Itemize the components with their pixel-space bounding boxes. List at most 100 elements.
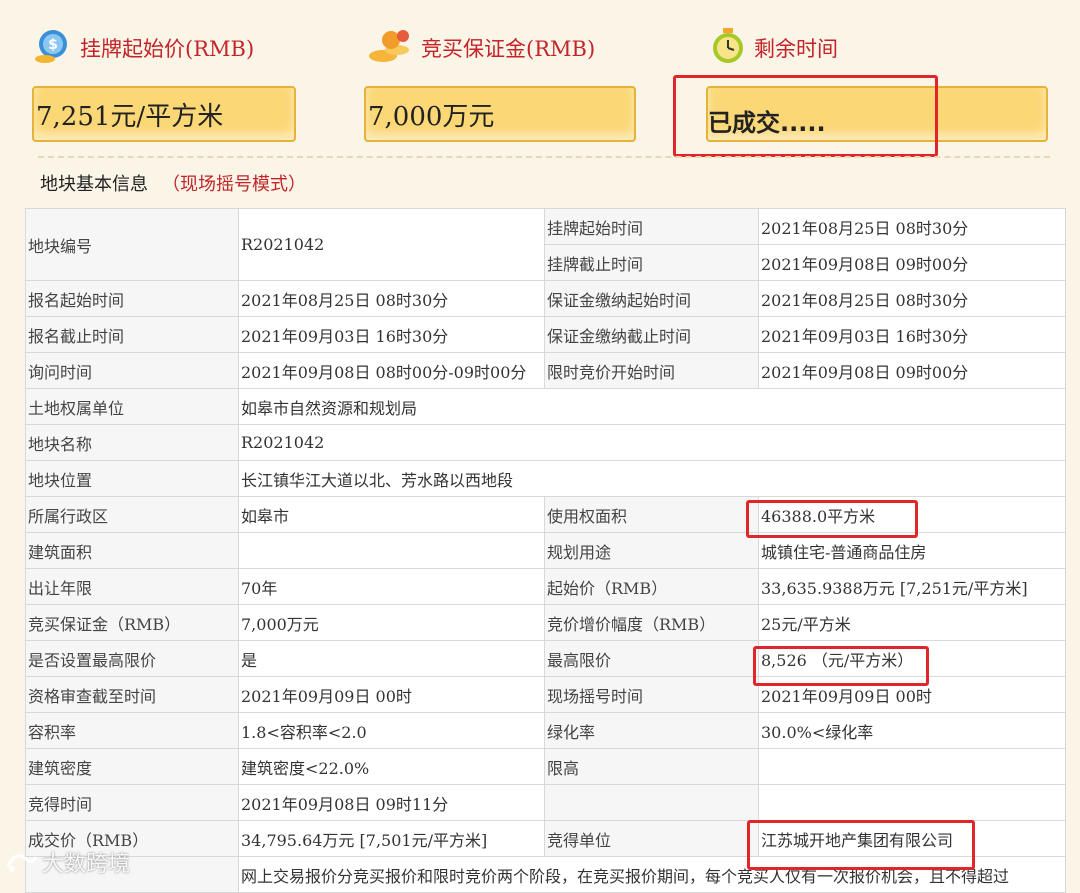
table-value: 30.0%<绿化率	[758, 712, 1066, 749]
watermark: 大数跨境	[4, 846, 130, 878]
table-row: 竞买保证金（RMB） 7,000万元 竞价增价幅度（RMB） 25元/平方米	[25, 604, 1066, 641]
coins-icon	[367, 26, 413, 71]
table-label: 现场摇号时间	[544, 676, 759, 713]
section-title-text: 地块基本信息	[40, 174, 148, 195]
deposit-header: 竞买保证金(RMB)	[367, 28, 595, 68]
table-row: 容积率 1.8<容积率<2.0 绿化率 30.0%<绿化率	[25, 712, 1066, 749]
table-row: 所属行政区 如皋市 使用权面积 46388.0平方米	[25, 496, 1066, 533]
trading-rules-text: 网上交易报价分竞买报价和限时竞价两个阶段，在竞买报价期间，每个竞买人仅有一次报价…	[238, 856, 1066, 893]
table-value: 2021年08月25日 08时30分	[238, 280, 545, 317]
start-price-box: 7,251元/平方米	[32, 86, 296, 142]
table-value: 33,635.9388万元 [7,251元/平方米]	[758, 568, 1066, 605]
section-title: 地块基本信息 （现场摇号模式）	[40, 170, 306, 196]
table-label: 最高限价	[544, 640, 759, 677]
table-label: 竞价增价幅度（RMB）	[544, 604, 759, 641]
table-value: 2021年09月03日 16时30分	[238, 316, 545, 353]
section-divider	[38, 156, 1050, 158]
deal-price-value: 34,795.64万元 [7,501元/平方米]	[238, 820, 545, 857]
deposit-label: 竞买保证金(RMB)	[421, 37, 596, 61]
deposit-box: 7,000万元	[364, 86, 636, 142]
table-label: 报名截止时间	[25, 316, 239, 353]
table-value: 70年	[238, 568, 545, 605]
table-row: 成交价（RMB） 34,795.64万元 [7,501元/平方米] 竞得单位 江…	[25, 820, 1066, 857]
table-label: 是否设置最高限价	[25, 640, 239, 677]
table-label: 土地权属单位	[25, 388, 239, 425]
table-value: R2021042	[238, 424, 1066, 461]
remaining-time-label: 剩余时间	[754, 37, 838, 61]
table-value: 1.8<容积率<2.0	[238, 712, 545, 749]
table-row: 报名起始时间 2021年08月25日 08时30分 保证金缴纳起始时间 2021…	[25, 280, 1066, 317]
winning-bidder-value: 江苏城开地产集团有限公司	[758, 820, 1066, 857]
table-label	[544, 784, 759, 821]
deal-status-text: 已成交.....	[708, 108, 826, 137]
table-label: 容积率	[25, 712, 239, 749]
table-label: 限高	[544, 748, 759, 785]
table-label: 所属行政区	[25, 496, 239, 533]
max-price-value: 8,526 （元/平方米）	[758, 640, 1066, 677]
table-label: 竞得时间	[25, 784, 239, 821]
table-value: 2021年09月08日 09时11分	[238, 784, 545, 821]
table-value: 建筑密度<22.0%	[238, 748, 545, 785]
table-label: 保证金缴纳截止时间	[544, 316, 759, 353]
table-row: 地块位置 长江镇华江大道以北、芳水路以西地段	[25, 460, 1066, 497]
table-row: 建筑密度 建筑密度<22.0% 限高	[25, 748, 1066, 785]
alarm-clock-icon	[710, 26, 746, 71]
price-header-panel: $ 挂牌起始价(RMB) 竞买保证金(RMB) 剩余时间 7,251元/平方米 …	[0, 0, 1080, 160]
table-row: 是否设置最高限价 是 最高限价 8,526 （元/平方米）	[25, 640, 1066, 677]
table-label: 竞买保证金（RMB）	[25, 604, 239, 641]
watermark-logo-icon	[6, 854, 38, 872]
table-value: 城镇住宅-普通商品住房	[758, 532, 1066, 569]
table-value: R2021042	[238, 208, 545, 281]
land-area-value: 46388.0平方米	[758, 496, 1066, 533]
start-price-header: $ 挂牌起始价(RMB)	[32, 28, 254, 68]
table-value: 2021年09月08日 09时00分	[758, 352, 1066, 389]
table-value	[238, 532, 545, 569]
table-label: 地块编号	[25, 208, 239, 281]
table-label: 起始价（RMB）	[544, 568, 759, 605]
money-icon: $	[32, 26, 72, 71]
table-value: 2021年09月09日 00时	[758, 676, 1066, 713]
table-label: 出让年限	[25, 568, 239, 605]
table-value: 2021年08月25日 08时30分	[758, 280, 1066, 317]
table-value: 2021年09月09日 00时	[238, 676, 545, 713]
table-label: 挂牌截止时间	[544, 244, 759, 281]
table-value: 如皋市自然资源和规划局	[238, 388, 1066, 425]
watermark-text: 大数跨境	[42, 852, 131, 877]
remaining-time-header: 剩余时间	[710, 26, 838, 71]
table-value: 25元/平方米	[758, 604, 1066, 641]
start-price-value: 7,251元/平方米	[36, 101, 224, 132]
table-row: 土地权属单位 如皋市自然资源和规划局	[25, 388, 1066, 425]
table-label: 地块名称	[25, 424, 239, 461]
table-value: 2021年09月03日 16时30分	[758, 316, 1066, 353]
land-info-table: 地块编号 R2021042 挂牌起始时间 2021年08月25日 08时30分 …	[25, 208, 1066, 893]
table-label: 报名起始时间	[25, 280, 239, 317]
table-label: 地块位置	[25, 460, 239, 497]
auction-mode-label: （现场摇号模式）	[162, 174, 306, 195]
table-value: 2021年09月08日 09时00分	[758, 244, 1066, 281]
table-value	[758, 784, 1066, 821]
table-label: 建筑密度	[25, 748, 239, 785]
table-row: 网上交易报价分竞买报价和限时竞价两个阶段，在竞买报价期间，每个竞买人仅有一次报价…	[25, 856, 1066, 893]
remaining-time-box: 已成交.....	[706, 86, 1048, 142]
svg-text:$: $	[48, 37, 58, 53]
table-value	[758, 748, 1066, 785]
start-price-label: 挂牌起始价(RMB)	[80, 37, 255, 61]
table-row: 报名截止时间 2021年09月03日 16时30分 保证金缴纳截止时间 2021…	[25, 316, 1066, 353]
table-value: 7,000万元	[238, 604, 545, 641]
table-label: 规划用途	[544, 532, 759, 569]
deposit-value: 7,000万元	[368, 101, 495, 132]
table-label: 限时竞价开始时间	[544, 352, 759, 389]
table-row: 竞得时间 2021年09月08日 09时11分	[25, 784, 1066, 821]
table-row: 询问时间 2021年09月08日 08时00分-09时00分 限时竞价开始时间 …	[25, 352, 1066, 389]
table-label: 资格审查截至时间	[25, 676, 239, 713]
table-row: 地块名称 R2021042	[25, 424, 1066, 461]
table-label: 挂牌起始时间	[544, 208, 759, 245]
table-row: 地块编号 R2021042 挂牌起始时间 2021年08月25日 08时30分	[25, 208, 1066, 281]
table-value: 是	[238, 640, 545, 677]
table-value: 如皋市	[238, 496, 545, 533]
table-value: 长江镇华江大道以北、芳水路以西地段	[238, 460, 1066, 497]
table-value: 2021年08月25日 08时30分	[758, 208, 1066, 245]
table-row: 建筑面积 规划用途 城镇住宅-普通商品住房	[25, 532, 1066, 569]
table-label: 保证金缴纳起始时间	[544, 280, 759, 317]
table-label: 建筑面积	[25, 532, 239, 569]
